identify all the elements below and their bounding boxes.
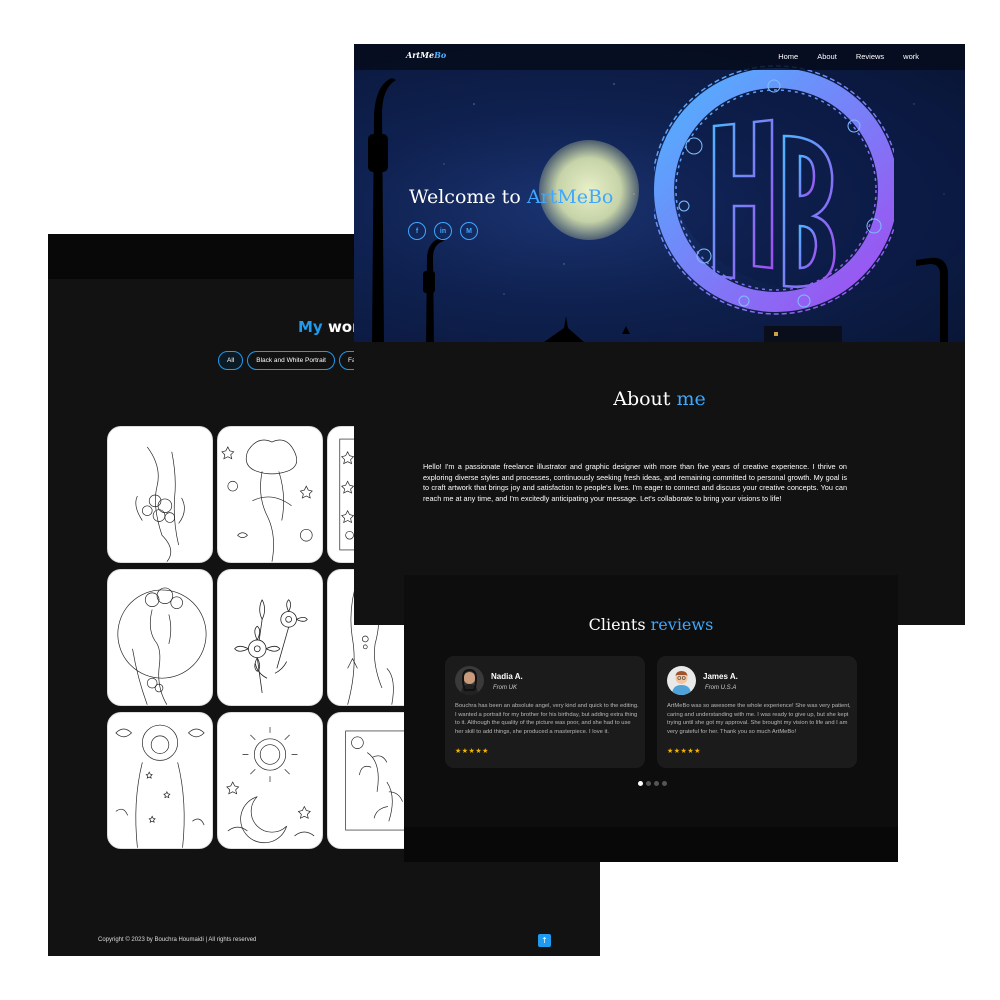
- carousel-pagination: [638, 781, 667, 786]
- home-page-screenshot: ArtMeBo Home About Reviews work Welcome …: [354, 44, 965, 625]
- gallery-item[interactable]: [217, 569, 323, 706]
- reviews-section-title: Clients reviews: [404, 615, 898, 634]
- gallery-filter-bar: All Black and White Portrait Face: [218, 351, 372, 370]
- arrow-up-icon: ↑: [541, 936, 548, 945]
- about-title-blue: me: [676, 388, 706, 410]
- reviews-section: Clients reviews Nadia A. From UK Bouchra…: [404, 575, 898, 827]
- hb-doodle-emblem: [654, 65, 894, 315]
- gallery-item[interactable]: [217, 712, 323, 849]
- linkedin-icon[interactable]: in: [434, 222, 452, 240]
- building-silhouette: [764, 326, 842, 342]
- gallery-item[interactable]: [217, 426, 323, 563]
- reviewer-location: From U.S.A: [705, 685, 737, 691]
- carousel-dot[interactable]: [654, 781, 659, 786]
- reviewer-name: James A.: [703, 672, 738, 681]
- reviews-title-white: Clients: [588, 615, 646, 634]
- review-card: James A. From U.S.A ArtMeBo was so aweso…: [657, 656, 857, 768]
- rooftop-silhouette: [544, 316, 630, 342]
- line-art-sun-moon-image: [226, 727, 315, 844]
- about-title-white: About: [613, 388, 671, 410]
- street-lamp-left: [368, 78, 396, 342]
- line-art-woman-space-image: [221, 439, 313, 562]
- about-section-title: About me: [354, 388, 965, 410]
- carousel-dot[interactable]: [638, 781, 643, 786]
- facebook-icon[interactable]: f: [408, 222, 426, 240]
- hero-heading-brand: ArtMeBo: [526, 186, 614, 208]
- top-navbar: ArtMeBo Home About Reviews work: [354, 44, 965, 70]
- line-art-flowers-image: [234, 599, 308, 693]
- social-links: f in M: [408, 222, 478, 240]
- reviewer-name: Nadia A.: [491, 672, 523, 681]
- street-lamp-middle: [423, 238, 444, 342]
- line-art-woman-flower-crown-image: [117, 587, 207, 705]
- scroll-to-top-button[interactable]: ↑: [538, 934, 551, 947]
- carousel-dot[interactable]: [646, 781, 651, 786]
- site-logo[interactable]: ArtMeBo: [406, 50, 446, 60]
- logo-text-blue: Bo: [434, 50, 447, 60]
- nav-work-link[interactable]: work: [903, 52, 919, 61]
- gallery-item[interactable]: [107, 712, 213, 849]
- nav-links: Home About Reviews work: [778, 52, 919, 61]
- review-card: Nadia A. From UK Bouchra has been an abs…: [445, 656, 645, 768]
- star-rating-icon: ★★★★★: [455, 747, 489, 755]
- avatar: [455, 666, 484, 695]
- line-art-afro-woman-stars-image: [115, 724, 205, 848]
- nav-about-link[interactable]: About: [817, 52, 837, 61]
- review-text: ArtMeBo was so awesome the whole experie…: [667, 703, 851, 735]
- review-text: Bouchra has been an absolute angel, very…: [455, 703, 639, 735]
- street-lamp-right: [916, 257, 948, 342]
- medium-icon[interactable]: M: [460, 222, 478, 240]
- carousel-dot[interactable]: [662, 781, 667, 786]
- work-title-accent: My: [298, 318, 323, 336]
- gallery-item[interactable]: [107, 426, 213, 563]
- hero-section: ArtMeBo Home About Reviews work Welcome …: [354, 44, 965, 342]
- hero-heading: Welcome to ArtMeBo: [409, 186, 613, 208]
- hero-heading-prefix: Welcome to: [409, 186, 521, 208]
- reviews-title-blue: reviews: [650, 615, 714, 634]
- nav-home-link[interactable]: Home: [778, 52, 798, 61]
- about-description: Hello! I'm a passionate freelance illust…: [423, 462, 847, 503]
- reviewer-location: From UK: [493, 685, 517, 691]
- avatar: [667, 666, 696, 695]
- logo-text-white: ArtMe: [406, 50, 435, 60]
- footer-copyright: Copyright © 2023 by Bouchra Houmaidi | A…: [98, 937, 257, 943]
- filter-bw-portrait-button[interactable]: Black and White Portrait: [247, 351, 335, 370]
- line-art-woman-bouquet-image: [135, 446, 185, 562]
- star-rating-icon: ★★★★★: [667, 747, 701, 755]
- nav-reviews-link[interactable]: Reviews: [856, 52, 884, 61]
- reviews-page-screenshot: Clients reviews Nadia A. From UK Bouchra…: [404, 575, 898, 862]
- gallery-item[interactable]: [107, 569, 213, 706]
- filter-all-button[interactable]: All: [218, 351, 244, 370]
